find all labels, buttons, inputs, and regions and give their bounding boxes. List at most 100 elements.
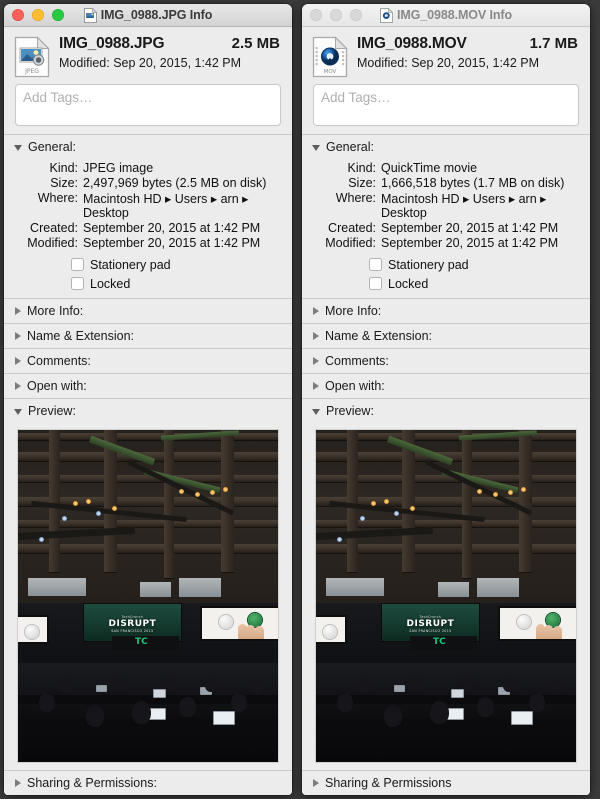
stationery-pad-label: Stationery pad	[388, 257, 469, 272]
section-open-with[interactable]: Open with:	[4, 374, 292, 398]
file-header-mov: MOV IMG_0988.MOV 1.7 MB Modified: Sep 20…	[302, 27, 590, 84]
section-sharing-permissions[interactable]: Sharing & Permissions:	[4, 771, 292, 795]
chevron-right-icon[interactable]	[313, 332, 319, 340]
field-value-where: Macintosh HD ▸ Users ▸ arn ▸ Desktop	[83, 192, 249, 220]
tags-input[interactable]: Add Tags…	[15, 84, 281, 126]
disrupt-screen-text: TechCrunch DISRUPT SAN FRANCISCO 2015	[382, 616, 479, 633]
field-key-created: Created:	[328, 221, 376, 235]
file-name-row-mov: IMG_0988.MOV 1.7 MB	[357, 35, 578, 53]
stationery-pad-checkbox[interactable]	[71, 258, 84, 271]
traffic-lights-mov	[310, 9, 362, 21]
field-value-kind: QuickTime movie	[381, 161, 478, 175]
zoom-button[interactable]	[350, 9, 362, 21]
close-button[interactable]	[310, 9, 322, 21]
chevron-right-icon[interactable]	[313, 357, 319, 365]
file-header-text-jpg: IMG_0988.JPG 2.5 MB Modified: Sep 20, 20…	[59, 35, 280, 70]
section-preview[interactable]: Preview:	[302, 399, 590, 423]
titlebar-mov[interactable]: IMG_0988.MOV Info	[302, 4, 590, 27]
checkbox-row-locked[interactable]: Locked	[71, 274, 282, 293]
traffic-lights-jpg	[12, 9, 64, 21]
checkbox-row-stationery[interactable]: Stationery pad	[71, 255, 282, 274]
section-name-extension-label: Name & Extension:	[325, 329, 432, 343]
checkbox-row-locked[interactable]: Locked	[369, 274, 580, 293]
section-preview[interactable]: Preview:	[4, 399, 292, 423]
section-more-info[interactable]: More Info:	[4, 299, 292, 323]
section-more-info[interactable]: More Info:	[302, 299, 590, 323]
section-sharing-permissions-label: Sharing & Permissions:	[27, 776, 157, 790]
chevron-down-icon[interactable]	[14, 145, 22, 151]
svg-text:JPEG: JPEG	[24, 68, 39, 75]
field-value-size: 2,497,969 bytes (2.5 MB on disk)	[83, 176, 267, 190]
right-side-screen	[200, 605, 278, 641]
field-key-where: Where:	[335, 191, 376, 205]
tags-input[interactable]: Add Tags…	[313, 84, 579, 126]
chevron-down-icon[interactable]	[14, 409, 22, 415]
file-modified-line: Modified: Sep 20, 2015, 1:42 PM	[357, 56, 540, 70]
general-content-jpg: Kind: JPEG image Size: 2,497,969 bytes (…	[4, 159, 292, 298]
section-preview-label: Preview:	[28, 404, 76, 418]
chevron-right-icon[interactable]	[15, 307, 21, 315]
section-comments[interactable]: Comments:	[302, 349, 590, 373]
chevron-right-icon[interactable]	[15, 382, 21, 390]
jpeg-file-icon	[83, 7, 97, 23]
chevron-right-icon[interactable]	[15, 332, 21, 340]
chevron-right-icon[interactable]	[313, 382, 319, 390]
preview-image[interactable]: TechCrunch DISRUPT SAN FRANCISCO 2015 TC	[315, 429, 577, 763]
file-modified-line: Modified: Sep 20, 2015, 1:42 PM	[59, 56, 242, 70]
section-comments[interactable]: Comments:	[4, 349, 292, 373]
general-checkboxes: Stationery pad Locked	[14, 255, 282, 293]
screen-text-sub: SAN FRANCISCO 2015	[409, 628, 452, 633]
screen-text-top: TechCrunch	[121, 615, 144, 620]
left-side-screen	[316, 615, 348, 645]
locked-label: Locked	[90, 276, 131, 291]
zoom-button[interactable]	[52, 9, 64, 21]
checkbox-row-stationery[interactable]: Stationery pad	[369, 255, 580, 274]
chevron-right-icon[interactable]	[15, 779, 21, 787]
chevron-down-icon[interactable]	[312, 145, 320, 151]
file-header-text-mov: IMG_0988.MOV 1.7 MB Modified: Sep 20, 20…	[357, 35, 578, 70]
titlebar-jpg[interactable]: IMG_0988.JPG Info	[4, 4, 292, 27]
file-header-jpg: JPEG IMG_0988.JPG 2.5 MB Modified: Sep 2…	[4, 27, 292, 84]
minimize-button[interactable]	[330, 9, 342, 21]
locked-checkbox[interactable]	[71, 277, 84, 290]
field-value-modified: September 20, 2015 at 1:42 PM	[381, 236, 559, 250]
section-sharing-permissions[interactable]: Sharing & Permissions	[302, 771, 590, 795]
chevron-right-icon[interactable]	[313, 779, 319, 787]
close-button[interactable]	[12, 9, 24, 21]
section-general[interactable]: General:	[4, 135, 292, 159]
techcrunch-logo: TC	[135, 636, 148, 647]
stationery-pad-label: Stationery pad	[90, 257, 171, 272]
file-name[interactable]: IMG_0988.JPG	[59, 35, 165, 53]
tags-wrap-mov: Add Tags…	[302, 84, 590, 134]
section-name-extension-label: Name & Extension:	[27, 329, 134, 343]
chevron-right-icon[interactable]	[313, 307, 319, 315]
chevron-right-icon[interactable]	[15, 357, 21, 365]
stationery-pad-checkbox[interactable]	[369, 258, 382, 271]
chevron-down-icon[interactable]	[312, 409, 320, 415]
field-key-modified: Modified:	[325, 236, 376, 250]
window-title-jpg: IMG_0988.JPG Info	[100, 8, 213, 22]
file-size: 1.7 MB	[529, 35, 578, 52]
screen-text-sub: SAN FRANCISCO 2015	[111, 628, 154, 633]
bottom-row-mov: Sharing & Permissions	[302, 770, 590, 795]
section-comments-label: Comments:	[325, 354, 389, 368]
section-open-with[interactable]: Open with:	[302, 374, 590, 398]
file-name[interactable]: IMG_0988.MOV	[357, 35, 467, 53]
info-window-mov[interactable]: IMG_0988.MOV Info MOV IMG_0988.MOV 1.7 M…	[302, 4, 590, 795]
stage-region: TechCrunch DISRUPT SAN FRANCISCO 2015 TC	[316, 602, 576, 762]
section-name-extension[interactable]: Name & Extension:	[4, 324, 292, 348]
info-window-jpg[interactable]: IMG_0988.JPG Info JPEG IMG_0988.JPG 2.5 …	[4, 4, 292, 795]
desktop-background: IMG_0988.JPG Info JPEG IMG_0988.JPG 2.5 …	[0, 0, 600, 799]
preview-image[interactable]: TechCrunch DISRUPT SAN FRANCISCO 2015 TC	[17, 429, 279, 763]
field-key-kind: Kind:	[347, 161, 377, 175]
section-general[interactable]: General:	[302, 135, 590, 159]
info-body-jpg: JPEG IMG_0988.JPG 2.5 MB Modified: Sep 2…	[4, 27, 292, 795]
svg-text:MOV: MOV	[324, 69, 337, 75]
right-side-screen	[498, 605, 576, 641]
section-preview-label: Preview:	[326, 404, 374, 418]
minimize-button[interactable]	[32, 9, 44, 21]
techcrunch-logo: TC	[433, 636, 446, 647]
general-fields: Kind: JPEG image Size: 2,497,969 bytes (…	[14, 161, 282, 250]
section-name-extension[interactable]: Name & Extension:	[302, 324, 590, 348]
locked-checkbox[interactable]	[369, 277, 382, 290]
